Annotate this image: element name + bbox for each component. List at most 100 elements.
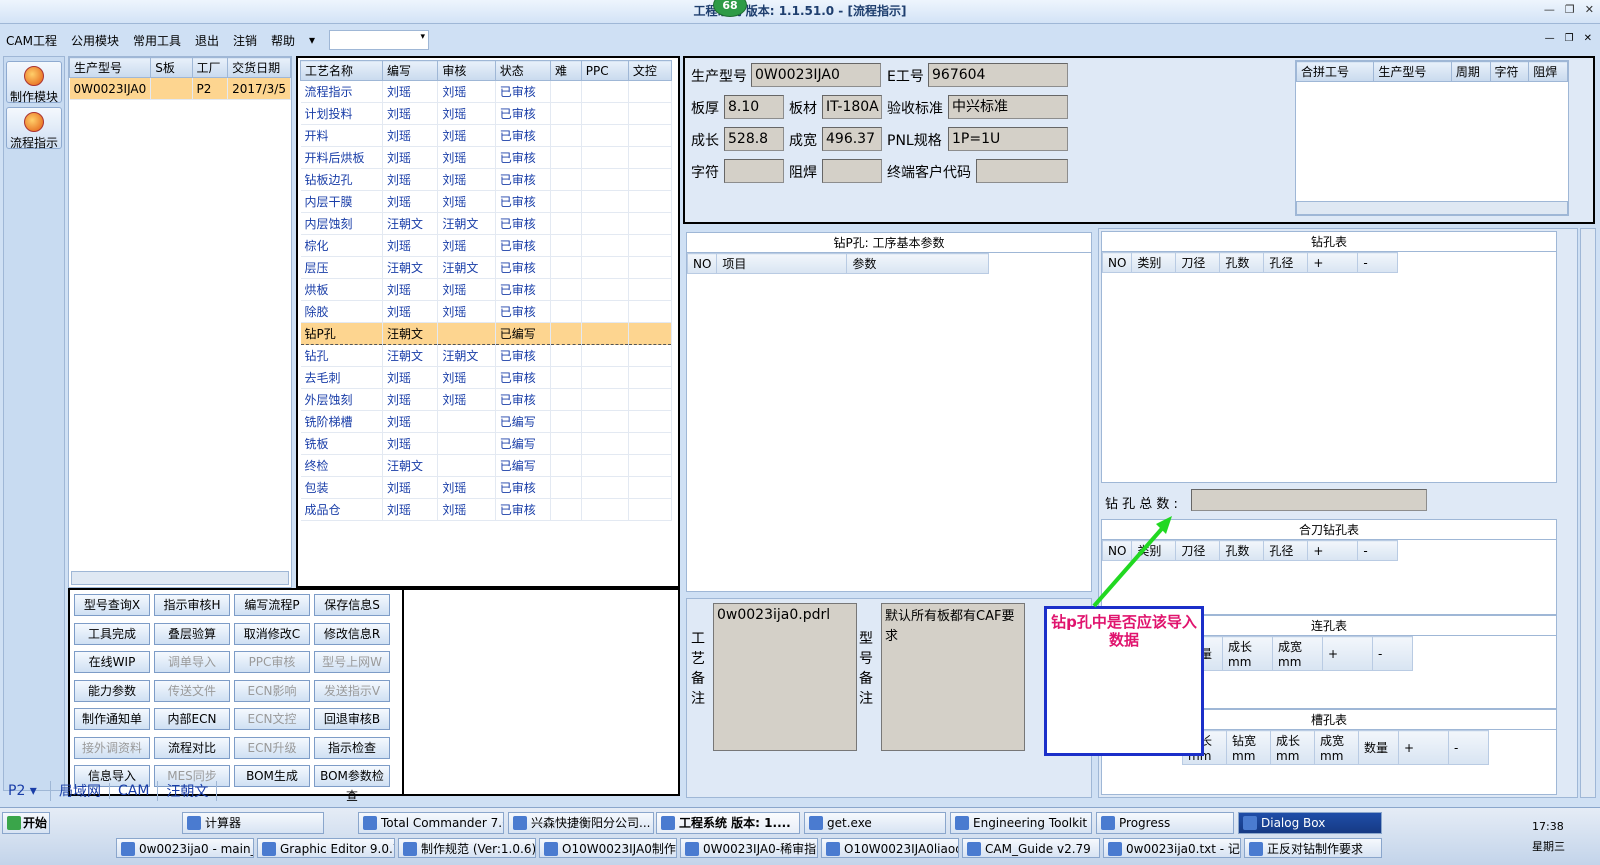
table-row[interactable]: 去毛刺 刘瑶 刘瑶 已审核 (300, 366, 673, 389)
process-col-header[interactable]: PPC (580, 60, 629, 81)
mask-field[interactable] (822, 159, 882, 183)
drill-col-header[interactable]: 孔数 (1219, 252, 1265, 273)
merge-drill-col-header[interactable]: 孔径 (1263, 540, 1309, 561)
taskbar-item[interactable]: 0w0023ija0 - main_ga... (116, 838, 254, 858)
merge-col-header[interactable]: 阻焊 (1528, 61, 1568, 82)
slot-col-header[interactable]: 成长mm (1270, 730, 1315, 765)
params-col-header[interactable]: 项目 (716, 253, 848, 274)
drill-col-header[interactable]: - (1357, 252, 1399, 273)
sidebar-item-make[interactable]: 制作模块 (6, 61, 62, 104)
merge-drill-col-header[interactable]: 刀径 (1175, 540, 1221, 561)
slot-col-header[interactable]: + (1398, 730, 1449, 765)
merge-drill-col-header[interactable]: 孔数 (1219, 540, 1265, 561)
table-row[interactable]: 终检 汪朝文 已编写 (300, 454, 673, 477)
function-button[interactable]: 取消修改C (234, 622, 310, 645)
right-scrollbar[interactable] (1580, 228, 1596, 798)
taskbar-item[interactable]: Graphic Editor 9.0.7b... (257, 838, 395, 858)
function-button[interactable]: 编写流程P (234, 594, 310, 616)
function-button[interactable]: 修改信息R (314, 622, 390, 645)
menu-help[interactable]: 帮助 (271, 32, 295, 49)
thick-field[interactable]: 8.10 (724, 95, 784, 119)
process-col-header[interactable]: 文控 (627, 60, 673, 81)
drill-total-field[interactable] (1191, 489, 1427, 511)
function-button[interactable]: 回退审核B (314, 708, 390, 730)
process-col-header[interactable]: 工艺名称 (300, 60, 383, 81)
function-button[interactable]: 能力参数 (74, 679, 150, 702)
function-button[interactable]: 叠层验算 (154, 622, 230, 645)
start-button[interactable]: 开始 (2, 812, 50, 834)
slot-col-header[interactable]: 数量 (1358, 730, 1399, 765)
mdi-close-icon[interactable]: ✕ (1584, 33, 1592, 44)
function-button[interactable]: 指示审核H (154, 594, 230, 616)
menu-overflow-icon[interactable]: ▾ (309, 33, 315, 47)
taskbar-item[interactable]: Progress (1096, 812, 1234, 834)
process-col-header[interactable]: 难 (550, 60, 582, 81)
process-col-header[interactable]: 审核 (437, 60, 496, 81)
drill-col-header[interactable]: 孔径 (1263, 252, 1309, 273)
table-row[interactable]: 开料后烘板 刘瑶 刘瑶 已审核 (300, 146, 673, 169)
table-row[interactable]: 内层蚀刻 汪朝文 汪朝文 已审核 (300, 212, 673, 235)
tab-cam[interactable]: CAM (109, 783, 157, 799)
table-row[interactable]: 钻板边孔 刘瑶 刘瑶 已审核 (300, 168, 673, 191)
merge-drill-col-header[interactable]: - (1357, 540, 1399, 561)
menu-tools[interactable]: 常用工具 (133, 32, 181, 49)
taskbar-item[interactable]: 制作规范 (Ver:1.0.6) (398, 838, 536, 858)
params-col-header[interactable]: 参数 (846, 253, 990, 274)
function-button[interactable]: 型号上网W (314, 651, 390, 673)
order-col-header[interactable]: 生产型号 (68, 57, 152, 78)
table-row[interactable]: 除胶 刘瑶 刘瑶 已审核 (300, 300, 673, 323)
table-row[interactable]: 外层蚀刻 刘瑶 刘瑶 已审核 (300, 388, 673, 411)
table-row[interactable]: 开料 刘瑶 刘瑶 已审核 (300, 124, 673, 147)
model-note-field[interactable]: 默认所有板都有CAF要求 (881, 603, 1025, 751)
std-field[interactable]: 中兴标准 (948, 95, 1068, 119)
order-scrollbar[interactable] (71, 571, 289, 585)
process-note-field[interactable]: 0w0023ija0.pdrl (713, 603, 857, 751)
sidebar-item-flow[interactable]: 流程指示 (6, 107, 62, 150)
taskbar-item[interactable]: 计算器 (182, 812, 324, 834)
close-icon[interactable]: ✕ (1585, 3, 1594, 16)
table-row[interactable]: 成品仓 刘瑶 刘瑶 已审核 (300, 498, 673, 521)
table-row[interactable]: 钻P孔 汪朝文 已编写 (300, 322, 673, 345)
function-button[interactable]: 调单导入 (154, 651, 230, 673)
link-hole-col-header[interactable]: 成长mm (1222, 636, 1273, 671)
function-button[interactable]: 制作通知单 (74, 708, 150, 730)
mdi-minimize-icon[interactable]: — (1545, 33, 1555, 44)
function-button[interactable]: 内部ECN (154, 708, 230, 730)
function-button[interactable]: 接外调资料 (74, 736, 150, 759)
table-row[interactable]: 0W0023IJA0 P2 2017/3/5 (69, 77, 291, 100)
table-row[interactable]: 流程指示 刘瑶 刘瑶 已审核 (300, 80, 673, 103)
function-button[interactable]: 保存信息S (314, 594, 390, 616)
order-col-header[interactable]: S板 (150, 57, 193, 78)
table-row[interactable]: 计划投料 刘瑶 刘瑶 已审核 (300, 102, 673, 125)
wid-field[interactable]: 496.37 (822, 127, 882, 151)
order-col-header[interactable]: 交货日期 (227, 57, 291, 78)
merge-col-header[interactable]: 合拼工号 (1295, 61, 1375, 82)
merge-col-header[interactable]: 字符 (1489, 61, 1530, 82)
e-field[interactable]: 967604 (928, 63, 1068, 87)
function-button[interactable]: ECN影响 (234, 679, 310, 702)
function-button[interactable]: 型号查询X (74, 594, 150, 616)
taskbar-item[interactable]: CAM_Guide v2.79 (962, 838, 1100, 858)
function-button[interactable]: 流程对比 (154, 736, 230, 759)
link-hole-col-header[interactable]: 成宽mm (1272, 636, 1323, 671)
table-row[interactable]: 铣板 刘瑶 已编写 (300, 432, 673, 455)
tab-user[interactable]: 汪朝文 (157, 781, 218, 801)
order-col-header[interactable]: 工厂 (191, 57, 229, 78)
taskbar-item[interactable]: 工程系统 版本: 1.... (656, 812, 800, 834)
restore-icon[interactable]: ❐ (1565, 3, 1575, 16)
taskbar-item[interactable]: 兴森快捷衡阳分公司... (508, 812, 654, 834)
table-row[interactable]: 内层干膜 刘瑶 刘瑶 已审核 (300, 190, 673, 213)
slot-col-header[interactable]: - (1448, 730, 1489, 765)
minimize-icon[interactable]: — (1544, 3, 1555, 16)
merge-scrollbar[interactable] (1296, 201, 1568, 215)
function-button[interactable]: 指示检查 (314, 736, 390, 759)
menu-exit[interactable]: 退出 (195, 32, 219, 49)
slot-col-header[interactable]: 成宽mm (1314, 730, 1359, 765)
tab-lan[interactable]: 局域网 (50, 781, 109, 801)
table-row[interactable]: 钻孔 汪朝文 汪朝文 已审核 (300, 344, 673, 367)
cust-field[interactable] (976, 159, 1068, 183)
menu-logout[interactable]: 注销 (233, 32, 257, 49)
taskbar-item[interactable]: get.exe (804, 812, 946, 834)
params-col-header[interactable]: NO (686, 253, 718, 274)
drill-col-header[interactable]: + (1307, 252, 1359, 273)
